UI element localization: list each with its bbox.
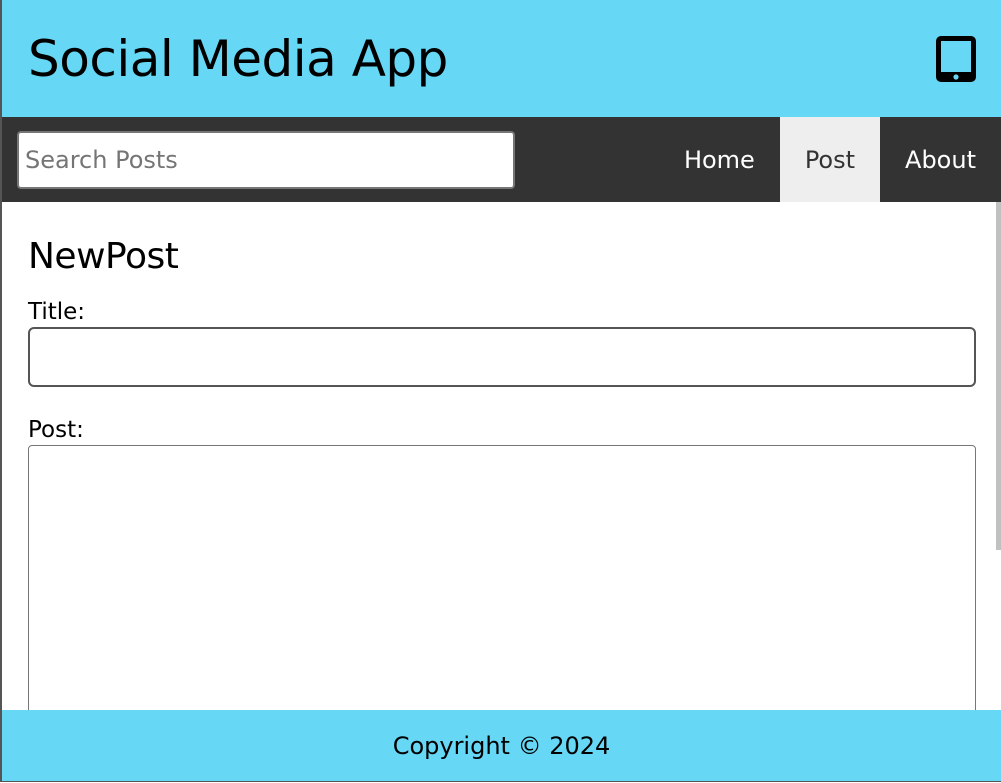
- page-title: NewPost: [28, 236, 179, 277]
- post-label: Post:: [28, 417, 84, 443]
- nav-links: Home Post About: [659, 117, 1001, 202]
- app-header: Social Media App: [2, 0, 1001, 117]
- search-container: [2, 117, 515, 202]
- title-label: Title:: [28, 299, 86, 325]
- app-window: Social Media App Home Post About NewPost…: [0, 0, 1001, 782]
- copyright-text: Copyright © 2024: [392, 731, 611, 760]
- nav-link-post[interactable]: Post: [779, 117, 881, 202]
- main-content: NewPost Title: Post:: [2, 202, 1001, 711]
- app-footer: Copyright © 2024: [2, 710, 1001, 781]
- search-input[interactable]: [17, 130, 515, 189]
- navbar: Home Post About: [2, 117, 1001, 202]
- nav-link-home[interactable]: Home: [659, 117, 780, 202]
- title-input[interactable]: [28, 327, 976, 387]
- scrollbar[interactable]: [996, 202, 1001, 550]
- post-textarea[interactable]: [28, 445, 976, 711]
- app-title: Social Media App: [28, 29, 448, 88]
- tablet-icon: [933, 34, 979, 84]
- nav-link-about[interactable]: About: [880, 117, 1001, 202]
